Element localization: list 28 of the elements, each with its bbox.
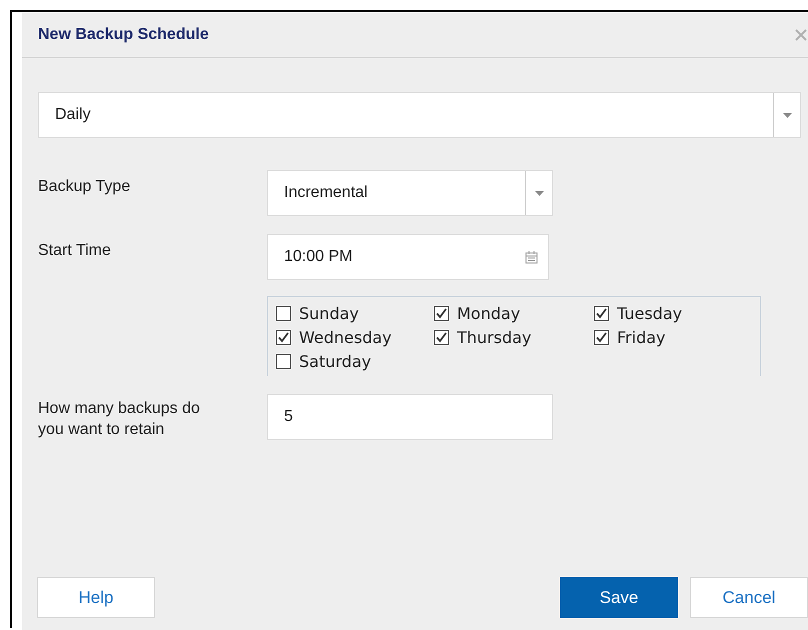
checkbox[interactable] (434, 306, 449, 320)
checkbox[interactable] (276, 354, 291, 368)
checkbox[interactable] (276, 330, 291, 344)
backup-type-dropdown[interactable]: Incremental (267, 170, 553, 216)
field-label: Start Time (38, 241, 112, 260)
checkbox-label: Monday (457, 304, 520, 322)
time-field[interactable]: 10:00 PM (267, 234, 549, 280)
checkbox-label: Sunday (299, 304, 359, 322)
checkbox[interactable] (434, 330, 449, 344)
field-label: Backup Type (38, 177, 132, 196)
checkbox-label: Tuesday (617, 304, 682, 322)
checkbox[interactable] (594, 330, 609, 344)
save-button[interactable]: Save (560, 577, 678, 618)
checkbox-label: Saturday (299, 352, 372, 370)
caret-icon[interactable] (782, 112, 792, 118)
calendar-icon[interactable] (525, 250, 538, 264)
dialog-title: New Backup Schedule (38, 26, 209, 44)
help-button[interactable]: Help (37, 577, 155, 618)
checkbox-label: Wednesday (299, 328, 392, 346)
caret-icon[interactable] (534, 190, 544, 196)
checkbox-label: Thursday (457, 328, 532, 346)
checkbox[interactable] (594, 306, 609, 320)
checkbox-label: Friday (617, 328, 666, 346)
field-label: How many backups do you want to retain (38, 399, 201, 440)
frequency-dropdown[interactable]: Daily (38, 92, 801, 138)
cancel-button[interactable]: Cancel (690, 577, 808, 618)
checkbox[interactable] (276, 306, 291, 320)
retain-count-field[interactable]: 5 (267, 394, 553, 440)
